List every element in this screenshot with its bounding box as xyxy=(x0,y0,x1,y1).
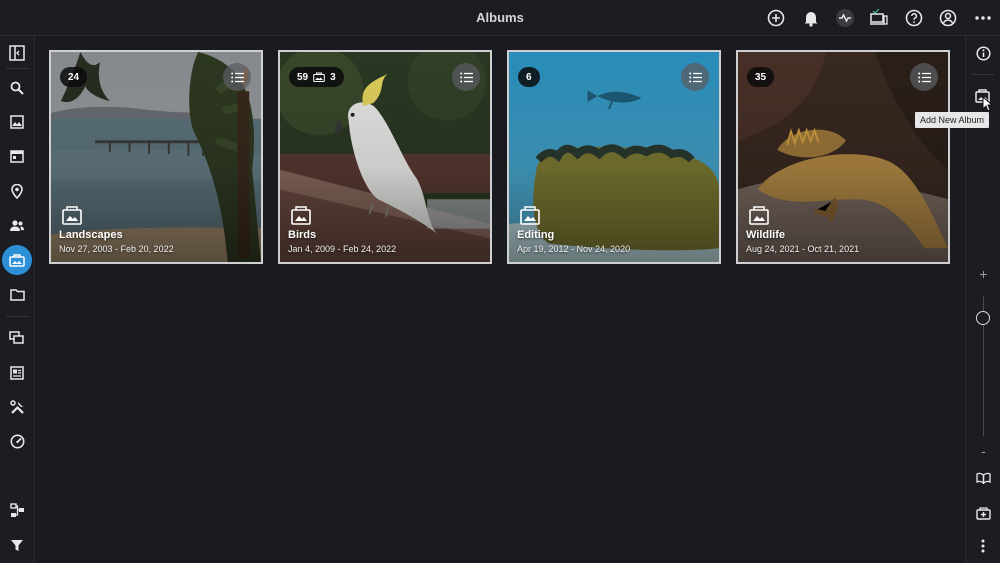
album-card-landscapes[interactable]: 24 Landscapes Nov 27, 2003 - Feb 20, 202… xyxy=(49,50,263,264)
album-menu-button[interactable] xyxy=(681,63,709,91)
people-icon[interactable] xyxy=(7,215,27,235)
dashboard-icon[interactable] xyxy=(7,431,27,451)
list-icon xyxy=(917,72,931,82)
photo-count: 59 xyxy=(297,71,309,83)
sub-album-icon xyxy=(313,72,325,82)
photo-count: 6 xyxy=(526,71,532,83)
places-icon[interactable] xyxy=(7,181,27,201)
activity-icon[interactable] xyxy=(835,8,855,28)
album-name: Wildlife xyxy=(746,229,786,241)
cursor-icon xyxy=(982,96,994,112)
tags-icon[interactable] xyxy=(7,328,27,348)
bell-icon[interactable] xyxy=(801,8,821,28)
album-name: Birds xyxy=(288,229,317,241)
workflow-icon[interactable] xyxy=(7,500,27,520)
photo-count-badge: 59 3 xyxy=(289,67,344,87)
more-vertical-icon[interactable] xyxy=(973,536,993,556)
left-sidebar xyxy=(0,36,35,563)
album-menu-button[interactable] xyxy=(223,63,251,91)
album-date-range: Jan 4, 2009 - Feb 24, 2022 xyxy=(288,244,397,254)
devices-icon[interactable] xyxy=(869,8,889,28)
zoom-slider-thumb[interactable] xyxy=(976,311,990,325)
album-icon xyxy=(520,206,540,225)
album-icon xyxy=(62,206,82,225)
info-icon[interactable] xyxy=(973,43,993,63)
zoom-out-button[interactable]: - xyxy=(966,443,1000,459)
photo-count: 24 xyxy=(68,71,80,83)
album-icon xyxy=(749,206,769,225)
moments-icon[interactable] xyxy=(7,363,27,383)
folders-icon[interactable] xyxy=(7,284,27,304)
album-icon xyxy=(291,206,311,225)
album-date-range: Nov 27, 2003 - Feb 20, 2022 xyxy=(59,244,174,254)
filter-icon[interactable] xyxy=(7,535,27,555)
calendar-icon[interactable] xyxy=(7,146,27,166)
photos-icon[interactable] xyxy=(7,112,27,132)
sidebar-divider xyxy=(6,316,28,317)
tools-icon[interactable] xyxy=(7,397,27,417)
account-icon[interactable] xyxy=(938,8,958,28)
album-name: Landscapes xyxy=(59,229,123,241)
album-card-editing[interactable]: 6 Editing Apr 19, 2012 - Nov 24, 2020 xyxy=(507,50,721,264)
list-icon xyxy=(230,72,244,82)
add-circle-icon[interactable] xyxy=(766,8,786,28)
sidebar-toggle-icon[interactable] xyxy=(7,43,27,63)
export-icon[interactable] xyxy=(973,502,993,522)
album-date-range: Apr 19, 2012 - Nov 24, 2020 xyxy=(517,244,631,254)
add-album-tooltip: Add New Album xyxy=(915,112,990,128)
sub-album-count: 3 xyxy=(330,71,336,83)
album-card-wildlife[interactable]: 35 Wildlife Aug 24, 2021 - Oct 21, 2021 xyxy=(736,50,950,264)
albums-icon[interactable] xyxy=(2,245,32,275)
album-card-birds[interactable]: 59 3 Birds Jan 4, 2009 - Feb 24, 2022 xyxy=(278,50,492,264)
list-icon xyxy=(459,72,473,82)
album-date-range: Aug 24, 2021 - Oct 21, 2021 xyxy=(746,244,860,254)
sidebar-divider xyxy=(972,74,994,75)
photo-count-badge: 24 xyxy=(60,67,88,87)
photo-count-badge: 6 xyxy=(518,67,540,87)
photo-count: 35 xyxy=(755,71,767,83)
search-icon[interactable] xyxy=(7,78,27,98)
top-bar: Albums xyxy=(0,0,1000,36)
book-icon[interactable] xyxy=(973,468,993,488)
album-menu-button[interactable] xyxy=(452,63,480,91)
help-icon[interactable] xyxy=(904,8,924,28)
album-name: Editing xyxy=(517,229,555,241)
more-icon[interactable] xyxy=(973,8,993,28)
album-menu-button[interactable] xyxy=(910,63,938,91)
zoom-in-button[interactable]: + xyxy=(966,266,1000,282)
sidebar-divider xyxy=(6,68,28,69)
list-icon xyxy=(688,72,702,82)
photo-count-badge: 35 xyxy=(747,67,775,87)
